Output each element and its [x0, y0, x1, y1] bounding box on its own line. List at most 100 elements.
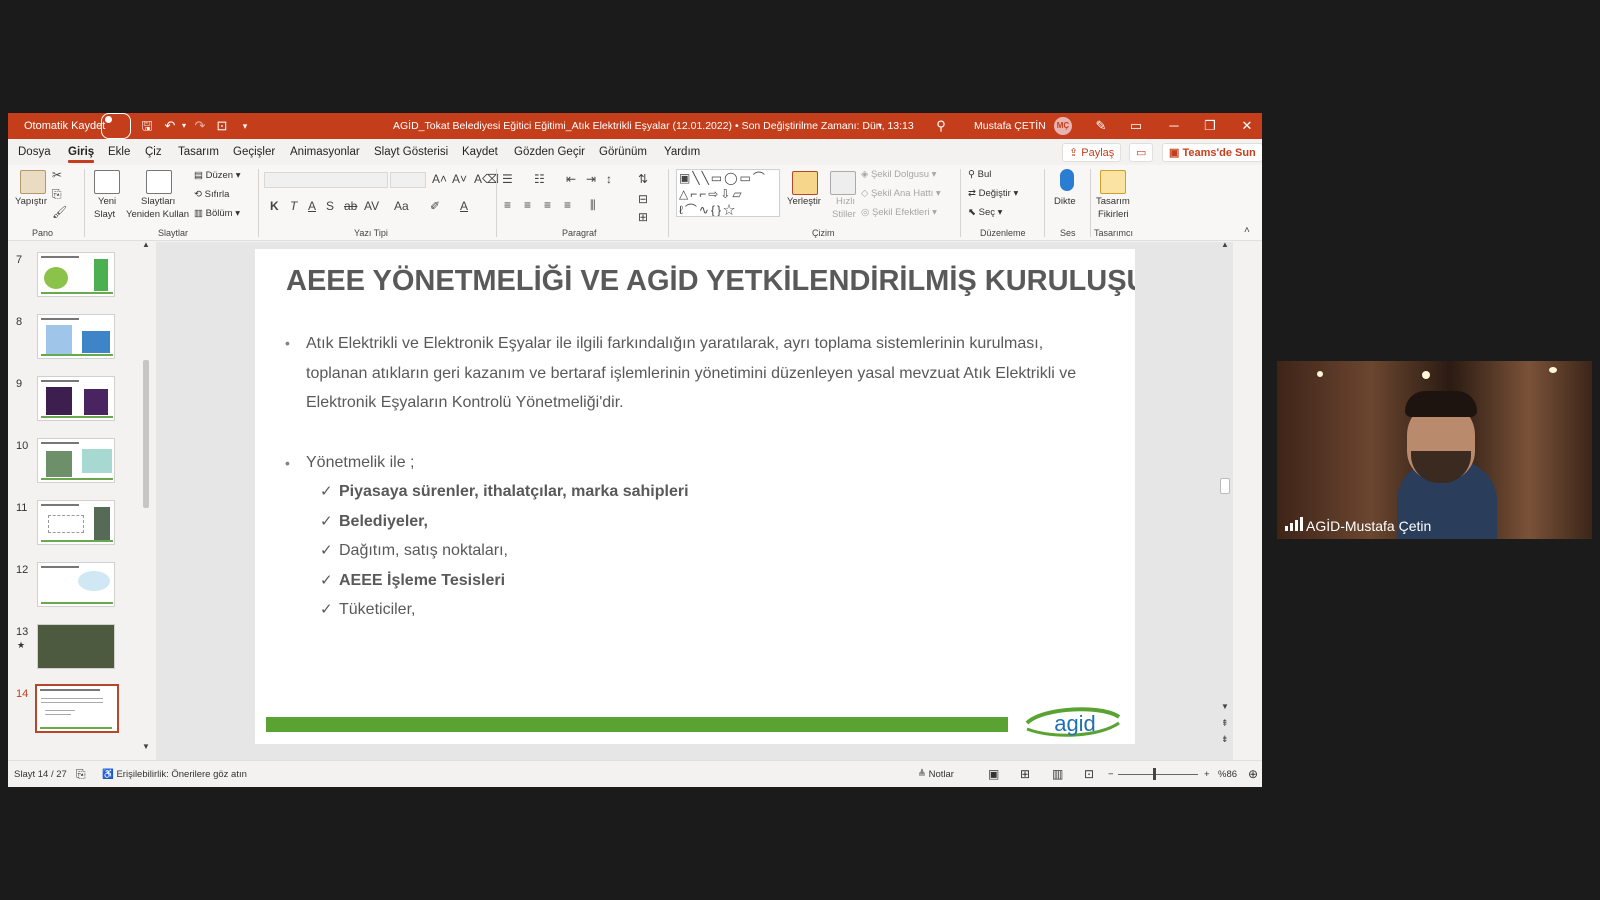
ribbon-display-icon[interactable]: ▭	[1128, 113, 1144, 139]
minimize-icon[interactable]: ─	[1166, 113, 1182, 139]
shape-outline-button[interactable]: ◇ Şekil Ana Hattı ▾	[861, 188, 941, 199]
previous-slide-icon[interactable]: ⇞	[1221, 718, 1229, 729]
save-icon[interactable]: 🖫	[139, 113, 155, 139]
scroll-up-icon[interactable]: ▲	[142, 240, 150, 249]
paste-icon[interactable]	[20, 170, 46, 194]
align-left-icon[interactable]: ≡	[504, 198, 511, 212]
tab-tasarim[interactable]: Tasarım	[178, 139, 219, 165]
slide-thumbnail[interactable]	[37, 252, 115, 297]
decrease-indent-icon[interactable]: ⇤	[566, 172, 576, 186]
designer-icon[interactable]	[1100, 170, 1126, 194]
numbering-icon[interactable]: ☷	[534, 172, 545, 186]
autosave-toggle[interactable]	[101, 113, 131, 139]
section-button[interactable]: ▥ Bölüm ▾	[194, 208, 240, 219]
font-color-icon[interactable]: A	[460, 199, 468, 213]
list-item[interactable]: AEEE İşleme Tesisleri	[339, 572, 505, 590]
arrange-label[interactable]: Yerleştir	[787, 196, 821, 207]
quick-styles-label-1[interactable]: Hızlı	[836, 196, 855, 207]
arrange-icon[interactable]	[792, 171, 818, 195]
microphone-icon[interactable]	[1060, 169, 1074, 191]
avatar[interactable]: MÇ	[1054, 117, 1072, 135]
reading-view-icon[interactable]: ▥	[1052, 761, 1063, 787]
zoom-out-icon[interactable]: −	[1108, 761, 1114, 787]
dictate-label[interactable]: Dikte	[1054, 196, 1076, 207]
slide-thumbnail[interactable]	[37, 314, 115, 359]
smartart-icon[interactable]: ⊞	[638, 210, 648, 224]
align-center-icon[interactable]: ≡	[524, 198, 531, 212]
font-name-combo[interactable]	[264, 172, 388, 188]
document-title[interactable]: AGİD_Tokat Belediyesi Eğitici Eğitimi_At…	[393, 113, 914, 139]
zoom-level[interactable]: %86	[1218, 761, 1237, 787]
tab-kaydet[interactable]: Kaydet	[462, 139, 498, 165]
paste-label[interactable]: Yapıştır	[15, 196, 47, 207]
reuse-slides-icon[interactable]	[146, 170, 172, 194]
underline-icon[interactable]: A	[308, 199, 316, 213]
tab-gecisler[interactable]: Geçişler	[233, 139, 275, 165]
collapse-ribbon-icon[interactable]: ˄	[1244, 225, 1250, 236]
tab-slayt-gosterisi[interactable]: Slayt Gösterisi	[374, 139, 448, 165]
tab-animasyonlar[interactable]: Animasyonlar	[290, 139, 360, 165]
spelling-icon[interactable]: ⎘	[76, 761, 86, 787]
slide-thumbnail[interactable]	[37, 624, 115, 669]
bold-icon[interactable]: K	[270, 199, 279, 213]
layout-button[interactable]: ▤ Düzen ▾	[194, 170, 241, 181]
tab-dosya[interactable]: Dosya	[18, 139, 51, 165]
tab-giris[interactable]: Giriş	[68, 139, 95, 165]
font-size-combo[interactable]	[390, 172, 426, 188]
shadow-icon[interactable]: S	[326, 199, 334, 213]
zoom-in-icon[interactable]: +	[1204, 761, 1210, 787]
increase-indent-icon[interactable]: ⇥	[586, 172, 596, 186]
tab-yardim[interactable]: Yardım	[664, 139, 700, 165]
next-slide-icon[interactable]: ⇟	[1221, 734, 1229, 745]
list-item[interactable]: Dağıtım, satış noktaları,	[339, 542, 508, 560]
thumbnail-scrollbar[interactable]	[143, 360, 149, 508]
search-icon[interactable]: ⚲	[933, 113, 949, 139]
italic-icon[interactable]: T	[290, 199, 297, 213]
scroll-down-icon[interactable]: ▼	[142, 742, 150, 751]
line-spacing-icon[interactable]: ↕	[606, 172, 612, 186]
customize-toolbar-icon[interactable]: ▾	[237, 113, 253, 139]
quick-styles-label-2[interactable]: Stiller	[832, 209, 856, 220]
bullets-icon[interactable]: ☰	[502, 172, 513, 186]
reuse-label-1[interactable]: Slaytları	[141, 196, 175, 207]
present-icon[interactable]: ⊡	[214, 113, 230, 139]
restore-icon[interactable]: ❐	[1202, 113, 1218, 139]
slide-thumbnail[interactable]	[37, 438, 115, 483]
pen-icon[interactable]: ✎	[1093, 113, 1109, 139]
user-name[interactable]: Mustafa ÇETİN	[974, 113, 1046, 139]
shapes-gallery[interactable]: ▣╲╲▭◯▭⌒ △⌐⌐⇨⇩▱ ℓ⌒∿{}☆	[676, 169, 780, 217]
title-dropdown-icon[interactable]: ▾	[872, 113, 888, 139]
text-direction-icon[interactable]: ⇅	[638, 172, 648, 186]
slideshow-view-icon[interactable]: ⊡	[1084, 761, 1094, 787]
notes-button[interactable]: ≜ Notlar	[918, 761, 954, 787]
designer-label-2[interactable]: Fikirleri	[1098, 209, 1129, 220]
bullet-paragraph[interactable]: Atık Elektrikli ve Elektronik Eşyalar il…	[306, 329, 1106, 418]
canvas-scroll-up-icon[interactable]: ▲	[1221, 240, 1229, 249]
zoom-slider[interactable]	[1118, 774, 1198, 775]
select-button[interactable]: ⬉ Seç ▾	[968, 207, 1002, 218]
slide-thumbnail[interactable]	[37, 500, 115, 545]
accessibility-status[interactable]: ♿ Erişilebilirlik: Önerilere göz atın	[102, 761, 247, 787]
slide-thumbnail[interactable]	[37, 376, 115, 421]
zoom-slider-thumb[interactable]	[1153, 768, 1156, 780]
bullet-heading[interactable]: Yönetmelik ile ;	[306, 448, 1106, 478]
canvas-scroll-down-icon[interactable]: ▼	[1221, 702, 1229, 711]
list-item[interactable]: Piyasaya sürenler, ithalatçılar, marka s…	[339, 483, 689, 501]
close-icon[interactable]: ✕	[1239, 113, 1255, 139]
teams-present-button[interactable]: ▣ Teams'de Sun	[1162, 143, 1262, 162]
tab-gorunum[interactable]: Görünüm	[599, 139, 647, 165]
slide-counter[interactable]: Slayt 14 / 27	[14, 761, 67, 787]
tab-ekle[interactable]: Ekle	[108, 139, 130, 165]
comments-icon[interactable]: ▭	[1129, 143, 1153, 162]
shape-fill-button[interactable]: ◈ Şekil Dolgusu ▾	[861, 169, 936, 180]
new-slide-label-2[interactable]: Slayt	[94, 209, 115, 220]
shrink-font-icon[interactable]: A˅	[452, 172, 467, 186]
grow-font-icon[interactable]: A˄	[432, 172, 447, 186]
shape-effects-button[interactable]: ◎ Şekil Efektleri ▾	[861, 207, 937, 218]
new-slide-label-1[interactable]: Yeni	[98, 196, 116, 207]
list-item[interactable]: Belediyeler,	[339, 513, 428, 531]
cut-icon[interactable]: ✂	[52, 168, 62, 182]
slide-thumbnail-active[interactable]	[35, 684, 119, 733]
quick-styles-icon[interactable]	[830, 171, 856, 195]
tab-ciz[interactable]: Çiz	[145, 139, 162, 165]
